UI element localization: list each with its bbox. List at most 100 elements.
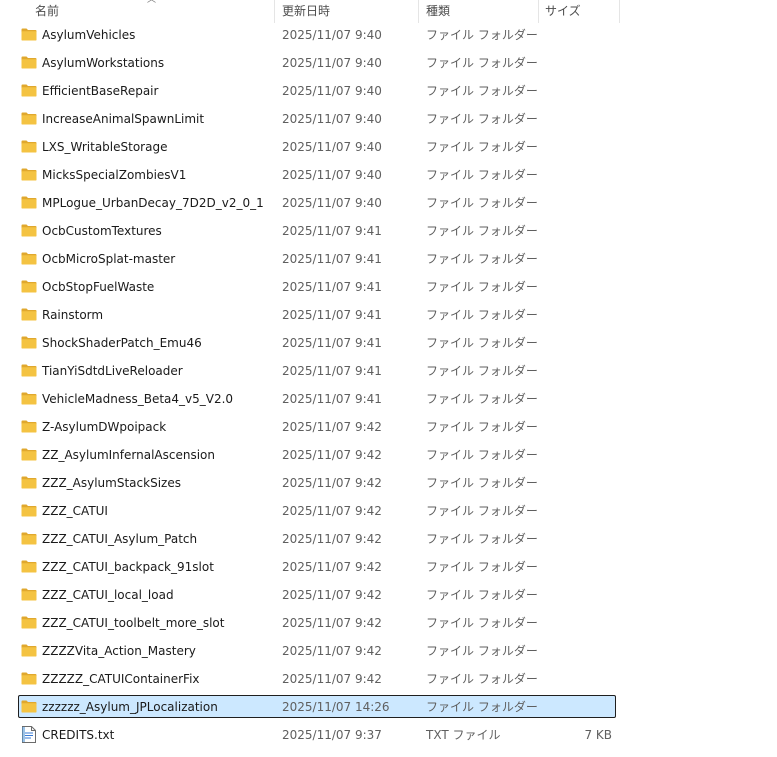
folder-row[interactable]: TianYiSdtdLiveReloader 2025/11/07 9:41 ファイ…: [0, 358, 620, 386]
row-name: IncreaseAnimalSpawnLimit: [42, 112, 205, 126]
row-date: 2025/11/07 9:42: [282, 616, 382, 630]
row-date: 2025/11/07 9:41: [282, 308, 382, 322]
row-date: 2025/11/07 9:40: [282, 140, 382, 154]
folder-icon: [21, 56, 37, 69]
folder-icon: [21, 588, 37, 601]
folder-icon: [21, 700, 37, 713]
column-divider[interactable]: [538, 0, 539, 23]
sort-chevron-up-icon: ︿: [147, 0, 157, 5]
column-header-date[interactable]: 更新日時: [282, 0, 418, 23]
folder-row[interactable]: OcbStopFuelWaste 2025/11/07 9:41 ファイル フォルダ…: [0, 274, 620, 302]
row-type: ファイル フォルダー: [426, 364, 538, 378]
folder-row[interactable]: LXS_WritableStorage 2025/11/07 9:40 ファイル フ…: [0, 134, 620, 162]
row-type: ファイル フォルダー: [426, 308, 538, 322]
row-type: ファイル フォルダー: [426, 392, 538, 406]
row-size: [540, 638, 612, 664]
folder-row[interactable]: ZZZ_AsylumStackSizes 2025/11/07 9:42 ファイル …: [0, 470, 620, 498]
row-size: [540, 386, 612, 412]
folder-row[interactable]: MPLogue_UrbanDecay_7D2D_v2_0_1 2025/11/07…: [0, 190, 620, 218]
row-name: LXS_WritableStorage: [42, 140, 168, 154]
folder-icon: [21, 532, 37, 545]
folder-row[interactable]: OcbMicroSplat-master 2025/11/07 9:41 ファイル …: [0, 246, 620, 274]
row-date: 2025/11/07 9:41: [282, 280, 382, 294]
row-date: 2025/11/07 9:40: [282, 196, 382, 210]
row-date: 2025/11/07 9:42: [282, 560, 382, 574]
row-type: ファイル フォルダー: [426, 644, 538, 658]
row-date: 2025/11/07 9:40: [282, 168, 382, 182]
row-date: 2025/11/07 9:42: [282, 532, 382, 546]
file-row[interactable]: CREDITS.txt 2025/11/07 9:37 TXT ファイル 7 KB: [0, 722, 620, 750]
folder-row[interactable]: ZZ_AsylumInfernalAscension 2025/11/07 9:4…: [0, 442, 620, 470]
row-type: ファイル フォルダー: [426, 700, 538, 714]
row-type: ファイル フォルダー: [426, 588, 538, 602]
row-name: ZZZZVita_Action_Mastery: [42, 644, 196, 658]
row-size: [540, 274, 612, 300]
row-name: Z-AsylumDWpoipack: [42, 420, 167, 434]
folder-row[interactable]: OcbCustomTextures 2025/11/07 9:41 ファイル フォル…: [0, 218, 620, 246]
folder-icon: [21, 420, 37, 433]
folder-row[interactable]: VehicleMadness_Beta4_v5_V2.0 2025/11/07 9…: [0, 386, 620, 414]
folder-row[interactable]: ZZZ_CATUI_local_load 2025/11/07 9:42 ファイル …: [0, 582, 620, 610]
folder-icon: [21, 28, 37, 41]
row-name: TianYiSdtdLiveReloader: [42, 364, 183, 378]
row-date: 2025/11/07 9:40: [282, 84, 382, 98]
row-size: [540, 582, 612, 608]
row-type: ファイル フォルダー: [426, 168, 538, 182]
folder-row[interactable]: EfficientBaseRepair 2025/11/07 9:40 ファイル フ…: [0, 78, 620, 106]
column-header-size[interactable]: サイズ: [545, 0, 617, 23]
column-divider[interactable]: [619, 0, 620, 23]
row-size: [540, 442, 612, 468]
folder-icon: [21, 364, 37, 377]
folder-row[interactable]: Rainstorm 2025/11/07 9:41 ファイル フォルダー: [0, 302, 620, 330]
folder-row[interactable]: AsylumVehicles 2025/11/07 9:40 ファイル フォルダー: [0, 22, 620, 50]
row-type: ファイル フォルダー: [426, 280, 538, 294]
row-size: [540, 666, 612, 692]
folder-icon: [21, 140, 37, 153]
folder-row[interactable]: ZZZ_CATUI_backpack_91slot 2025/11/07 9:42…: [0, 554, 620, 582]
row-date: 2025/11/07 9:42: [282, 672, 382, 686]
folder-icon: [21, 504, 37, 517]
row-type: ファイル フォルダー: [426, 224, 538, 238]
row-date: 2025/11/07 9:41: [282, 336, 382, 350]
row-date: 2025/11/07 9:42: [282, 476, 382, 490]
row-type: ファイル フォルダー: [426, 56, 538, 70]
row-size: [540, 106, 612, 132]
row-size: [540, 526, 612, 552]
folder-row[interactable]: ZZZ_CATUI_Asylum_Patch 2025/11/07 9:42 ファイ…: [0, 526, 620, 554]
folder-row[interactable]: ZZZ_CATUI 2025/11/07 9:42 ファイル フォルダー: [0, 498, 620, 526]
folder-row[interactable]: Z-AsylumDWpoipack 2025/11/07 9:42 ファイル フォル…: [0, 414, 620, 442]
folder-icon: [21, 616, 37, 629]
row-type: ファイル フォルダー: [426, 476, 538, 490]
row-name: VehicleMadness_Beta4_v5_V2.0: [42, 392, 234, 406]
row-date: 2025/11/07 9:40: [282, 56, 382, 70]
row-size: 7 KB: [584, 728, 612, 742]
folder-icon: [21, 448, 37, 461]
row-type: ファイル フォルダー: [426, 28, 538, 42]
row-name: zzzzzz_Asylum_JPLocalization: [42, 700, 218, 714]
row-date: 2025/11/07 9:41: [282, 224, 382, 238]
folder-row[interactable]: ZZZ_CATUI_toolbelt_more_slot 2025/11/07 9…: [0, 610, 620, 638]
folder-row[interactable]: AsylumWorkstations 2025/11/07 9:40 ファイル フォ…: [0, 50, 620, 78]
row-type: ファイル フォルダー: [426, 616, 538, 630]
row-size: [540, 414, 612, 440]
row-name: AsylumVehicles: [42, 28, 136, 42]
folder-icon: [21, 336, 37, 349]
column-divider[interactable]: [418, 0, 419, 23]
column-header-type[interactable]: 種類: [426, 0, 536, 23]
folder-row[interactable]: ShockShaderPatch_Emu46 2025/11/07 9:41 ファイ…: [0, 330, 620, 358]
row-size: [540, 358, 612, 384]
folder-row[interactable]: ZZZZVita_Action_Mastery 2025/11/07 9:42 ファ…: [0, 638, 620, 666]
folder-row[interactable]: IncreaseAnimalSpawnLimit 2025/11/07 9:40 フ…: [0, 106, 620, 134]
row-date: 2025/11/07 14:26: [282, 700, 390, 714]
folder-row[interactable]: MicksSpecialZombiesV1 2025/11/07 9:40 ファイル…: [0, 162, 620, 190]
column-divider[interactable]: [274, 0, 275, 23]
folder-icon: [21, 560, 37, 573]
row-name: MicksSpecialZombiesV1: [42, 168, 187, 182]
folder-row[interactable]: ZZZZZ_CATUIContainerFix 2025/11/07 9:42 ファ…: [0, 666, 620, 694]
folder-icon: [21, 168, 37, 181]
row-date: 2025/11/07 9:42: [282, 448, 382, 462]
row-size: [540, 330, 612, 356]
row-date: 2025/11/07 9:40: [282, 112, 382, 126]
folder-row[interactable]: zzzzzz_Asylum_JPLocalization 2025/11/07 1…: [0, 694, 620, 722]
row-date: 2025/11/07 9:37: [282, 728, 382, 742]
